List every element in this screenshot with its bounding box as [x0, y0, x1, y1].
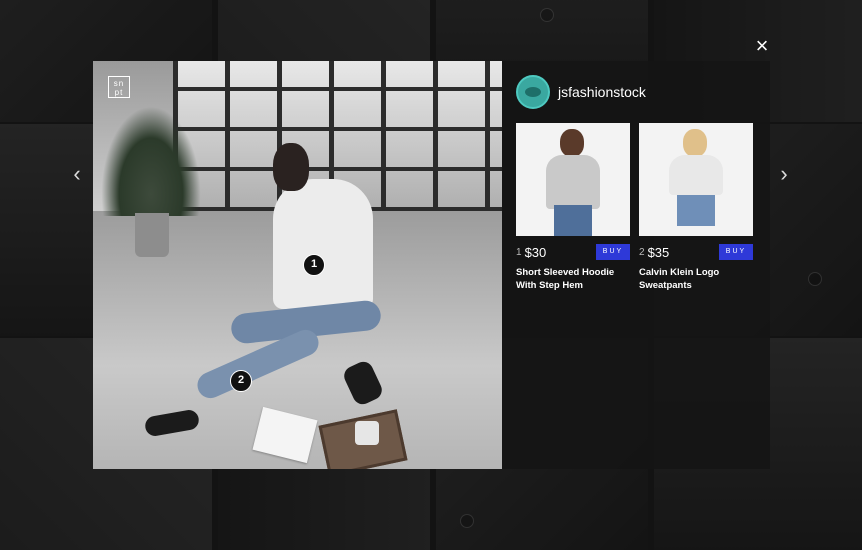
product-index: 2: [639, 246, 645, 258]
shoppable-post-modal: sn pt 1 2 jsfashionstock 1 $30 BUY Short…: [93, 61, 770, 469]
account-header[interactable]: jsfashionstock: [516, 75, 646, 109]
product-image[interactable]: [639, 123, 753, 236]
price-row: 1 $30 BUY: [516, 243, 630, 261]
next-arrow-icon[interactable]: ›: [775, 162, 793, 186]
plant-illustration: [101, 106, 201, 216]
product-index: 1: [516, 246, 522, 258]
avatar[interactable]: [516, 75, 550, 109]
product-tag-marker-1[interactable]: 1: [303, 254, 325, 276]
product-card[interactable]: 2 $35 BUY Calvin Klein Logo Sweatpants: [639, 123, 753, 292]
product-card[interactable]: 1 $30 BUY Short Sleeved Hoodie With Step…: [516, 123, 630, 292]
product-price: $35: [647, 244, 670, 260]
product-image[interactable]: [516, 123, 630, 236]
previous-arrow-icon[interactable]: ‹: [68, 162, 86, 186]
product-panel: jsfashionstock 1 $30 BUY Short Sleeved H…: [502, 61, 770, 469]
product-name[interactable]: Short Sleeved Hoodie With Step Hem: [516, 266, 630, 292]
product-tag-marker-2[interactable]: 2: [230, 370, 252, 392]
model-figure: [273, 179, 373, 309]
product-price: $30: [524, 244, 547, 260]
buy-button[interactable]: BUY: [719, 244, 753, 260]
brand-logo: sn pt: [108, 76, 130, 98]
close-icon[interactable]: ×: [752, 35, 772, 57]
account-username[interactable]: jsfashionstock: [558, 84, 646, 100]
product-name[interactable]: Calvin Klein Logo Sweatpants: [639, 266, 753, 292]
post-photo: sn pt 1 2: [93, 61, 502, 469]
buy-button[interactable]: BUY: [596, 244, 630, 260]
price-row: 2 $35 BUY: [639, 243, 753, 261]
